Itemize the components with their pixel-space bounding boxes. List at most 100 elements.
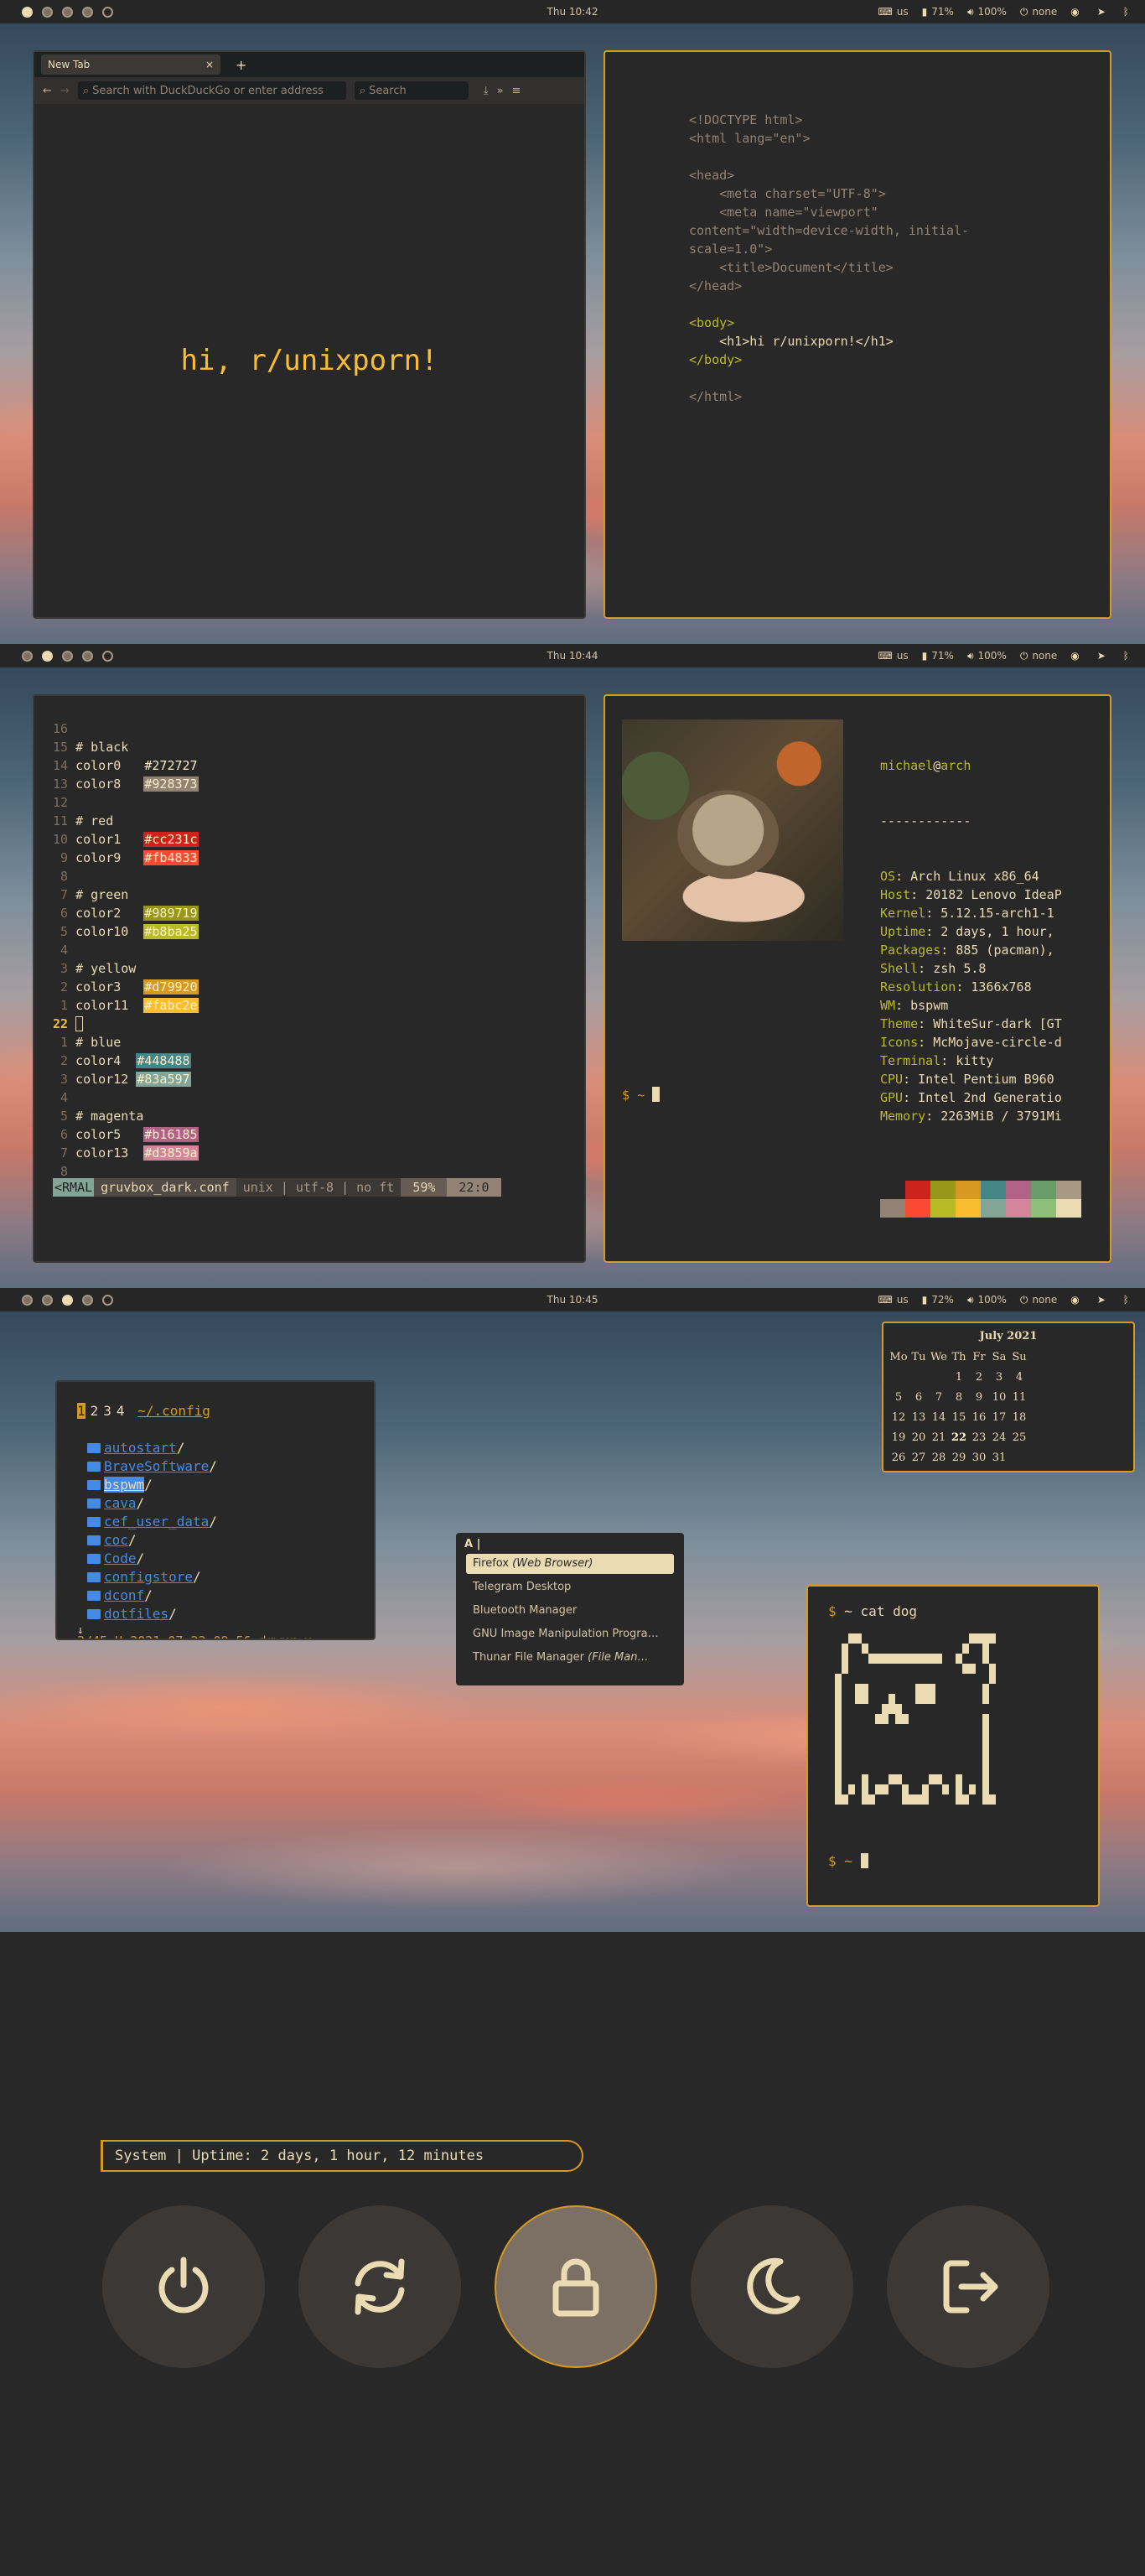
- overflow-icon[interactable]: »: [497, 85, 504, 97]
- terminal-prompt[interactable]: $ ~: [622, 1087, 661, 1103]
- status-text[interactable]: none: [1032, 650, 1057, 662]
- launcher-item[interactable]: Thunar File Manager (File Man…: [466, 1648, 674, 1668]
- volume-level[interactable]: 100%: [978, 6, 1007, 18]
- calendar-day[interactable]: 17: [989, 1408, 1009, 1428]
- reboot-button[interactable]: [298, 2205, 461, 2368]
- calendar-day[interactable]: 10: [989, 1388, 1009, 1408]
- workspace-3[interactable]: [62, 650, 73, 662]
- calendar-day[interactable]: 3: [989, 1368, 1009, 1388]
- calendar-day[interactable]: 23: [969, 1428, 989, 1448]
- workspace-5[interactable]: [102, 650, 113, 662]
- calendar-day[interactable]: 13: [909, 1408, 929, 1428]
- workspace-3[interactable]: [62, 1294, 73, 1306]
- terminal-prompt[interactable]: $ ~: [828, 1853, 868, 1869]
- calendar-day[interactable]: 2: [969, 1368, 989, 1388]
- workspace-4[interactable]: [82, 6, 93, 18]
- launcher-item[interactable]: Telegram Desktop: [466, 1577, 674, 1597]
- workspace-3[interactable]: [62, 6, 73, 18]
- directory-item[interactable]: Code/: [87, 1550, 217, 1568]
- workspace-4[interactable]: [82, 650, 93, 662]
- directory-item[interactable]: autostart/: [87, 1439, 217, 1457]
- volume-level[interactable]: 100%: [978, 650, 1007, 662]
- disk-usage[interactable]: 71%: [931, 650, 954, 662]
- shutdown-button[interactable]: [102, 2205, 265, 2368]
- calendar-day[interactable]: 5: [889, 1388, 909, 1408]
- workspace-4[interactable]: [82, 1294, 93, 1306]
- directory-item[interactable]: BraveSoftware/: [87, 1457, 217, 1476]
- bar-clock[interactable]: Thu 10:42: [547, 6, 598, 18]
- keyboard-layout[interactable]: us: [897, 6, 909, 18]
- calendar-day[interactable]: 6: [909, 1388, 929, 1408]
- telegram-icon[interactable]: ➤: [1097, 1294, 1106, 1306]
- wifi-icon[interactable]: ◉: [1070, 1294, 1079, 1306]
- calendar-day[interactable]: 31: [989, 1448, 1009, 1468]
- workspace-2[interactable]: [42, 650, 53, 662]
- launcher-item[interactable]: GNU Image Manipulation Progra…: [466, 1624, 674, 1644]
- workspace-1[interactable]: [22, 6, 33, 18]
- launcher-item[interactable]: Bluetooth Manager: [466, 1601, 674, 1621]
- tab-close-icon[interactable]: ×: [205, 59, 214, 70]
- lock-button[interactable]: [495, 2205, 657, 2368]
- calendar-day[interactable]: 29: [949, 1448, 969, 1468]
- workspace-2[interactable]: [42, 1294, 53, 1306]
- calendar-day[interactable]: 27: [909, 1448, 929, 1468]
- ranger-tab[interactable]: 2: [91, 1403, 99, 1419]
- status-text[interactable]: none: [1032, 1294, 1057, 1306]
- workspace-5[interactable]: [102, 1294, 113, 1306]
- disk-usage[interactable]: 71%: [931, 6, 954, 18]
- directory-item[interactable]: configstore/: [87, 1568, 217, 1587]
- directory-item[interactable]: bspwm/: [87, 1476, 217, 1494]
- tab-new-tab[interactable]: New Tab ×: [41, 55, 220, 75]
- launcher-input[interactable]: A |: [464, 1538, 682, 1550]
- calendar-day[interactable]: 21: [929, 1428, 949, 1448]
- calendar-day[interactable]: 26: [889, 1448, 909, 1468]
- calendar-day[interactable]: 22: [949, 1428, 969, 1448]
- workspace-1[interactable]: [22, 650, 33, 662]
- menu-icon[interactable]: ≡: [512, 85, 521, 97]
- telegram-icon[interactable]: ➤: [1097, 650, 1106, 662]
- ranger-tab[interactable]: 4: [117, 1403, 125, 1419]
- download-icon[interactable]: ⤓: [484, 85, 489, 97]
- bar-clock[interactable]: Thu 10:44: [547, 650, 598, 662]
- calendar-day[interactable]: 18: [1009, 1408, 1029, 1428]
- calendar-day[interactable]: 30: [969, 1448, 989, 1468]
- calendar-day[interactable]: 25: [1009, 1428, 1029, 1448]
- suspend-button[interactable]: [691, 2205, 853, 2368]
- wifi-icon[interactable]: ◉: [1070, 650, 1079, 662]
- back-icon[interactable]: ←: [43, 85, 52, 97]
- calendar-day[interactable]: 14: [929, 1408, 949, 1428]
- workspace-1[interactable]: [22, 1294, 33, 1306]
- wifi-icon[interactable]: ◉: [1070, 6, 1079, 18]
- keyboard-layout[interactable]: us: [897, 650, 909, 662]
- logout-button[interactable]: [887, 2205, 1049, 2368]
- launcher-item[interactable]: Firefox (Web Browser): [466, 1554, 674, 1574]
- bar-clock[interactable]: Thu 10:45: [547, 1294, 598, 1306]
- directory-item[interactable]: cava/: [87, 1494, 217, 1513]
- bluetooth-icon[interactable]: ᛒ: [1123, 1294, 1129, 1306]
- search-bar[interactable]: ⌕ Search: [354, 81, 469, 100]
- directory-item[interactable]: dconf/: [87, 1587, 217, 1605]
- url-bar[interactable]: ⌕ Search with DuckDuckGo or enter address: [77, 81, 346, 100]
- calendar-day[interactable]: 8: [949, 1388, 969, 1408]
- status-text[interactable]: none: [1032, 6, 1057, 18]
- directory-item[interactable]: cef_user_data/: [87, 1513, 217, 1531]
- new-tab-button[interactable]: +: [236, 57, 246, 73]
- code-area[interactable]: <!DOCTYPE html> <html lang="en"> <head> <…: [689, 111, 969, 406]
- calendar-day[interactable]: 15: [949, 1408, 969, 1428]
- ranger-tab[interactable]: 1: [77, 1403, 85, 1419]
- calendar-day[interactable]: 16: [969, 1408, 989, 1428]
- workspace-2[interactable]: [42, 6, 53, 18]
- calendar-day[interactable]: 20: [909, 1428, 929, 1448]
- calendar-day[interactable]: 11: [1009, 1388, 1029, 1408]
- calendar-day[interactable]: 4: [1009, 1368, 1029, 1388]
- volume-level[interactable]: 100%: [978, 1294, 1007, 1306]
- calendar-day[interactable]: 19: [889, 1428, 909, 1448]
- calendar-day[interactable]: 24: [989, 1428, 1009, 1448]
- workspace-5[interactable]: [102, 6, 113, 18]
- bluetooth-icon[interactable]: ᛒ: [1123, 6, 1129, 18]
- directory-item[interactable]: coc/: [87, 1531, 217, 1550]
- calendar-day[interactable]: 12: [889, 1408, 909, 1428]
- telegram-icon[interactable]: ➤: [1097, 6, 1106, 18]
- ranger-tab[interactable]: 3: [103, 1403, 111, 1419]
- disk-usage[interactable]: 72%: [931, 1294, 954, 1306]
